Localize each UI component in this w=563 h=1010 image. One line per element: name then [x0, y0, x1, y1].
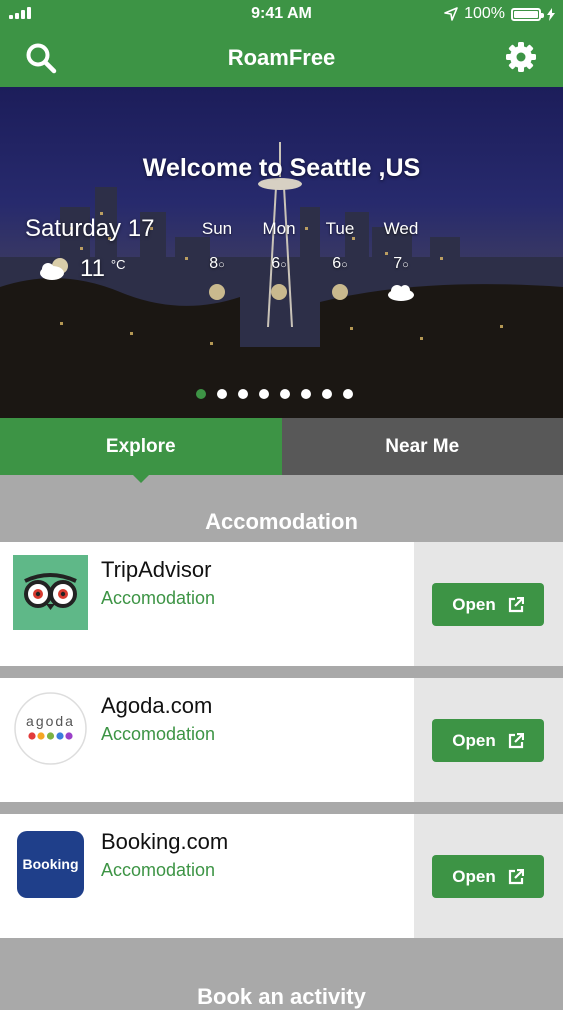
list-item[interactable]: TripAdvisor Accomodation Open [0, 542, 563, 666]
status-bar: 9:41 AM 100% [0, 0, 563, 28]
next-section-title: Book an activity [0, 984, 563, 1010]
tab-explore[interactable]: Explore [0, 418, 282, 475]
carousel-dot[interactable] [301, 389, 311, 399]
item-name: TripAdvisor [101, 557, 211, 583]
moon-icon [331, 283, 349, 301]
forecast-day: Wed 7○ [373, 219, 429, 301]
booking-logo: Booking [13, 827, 88, 902]
list-item[interactable]: Booking Booking.com Accomodation Open [0, 814, 563, 938]
city-hero-banner[interactable]: Welcome to Seattle ,US Saturday 17 11 °C… [0, 87, 563, 418]
forecast-temp: 6 [271, 255, 280, 272]
welcome-title: Welcome to Seattle ,US [0, 154, 563, 183]
open-button[interactable]: Open [432, 855, 544, 898]
tripadvisor-logo [13, 555, 88, 630]
carousel-dot[interactable] [217, 389, 227, 399]
carousel-dot[interactable] [238, 389, 248, 399]
carousel-dot[interactable] [343, 389, 353, 399]
battery-icon [511, 8, 541, 21]
today-date: Saturday 17 [25, 215, 154, 243]
forecast-day: Tue 6○ [312, 219, 368, 301]
forecast-day: Mon 6○ [251, 219, 307, 301]
booking-logo-text: Booking [23, 856, 79, 872]
cloud-icon [386, 283, 416, 301]
charging-bolt-icon [547, 8, 555, 21]
forecast-temp: 6 [332, 255, 341, 272]
item-category: Accomodation [101, 724, 215, 745]
carousel-dot[interactable] [259, 389, 269, 399]
tab-near-me[interactable]: Near Me [282, 418, 563, 475]
gear-icon [505, 41, 537, 73]
forecast-day-label: Sun [189, 219, 245, 239]
item-category: Accomodation [101, 588, 215, 609]
moon-icon [270, 283, 288, 301]
app-title: RoamFree [0, 45, 563, 71]
item-name: Booking.com [101, 829, 228, 855]
battery-percent: 100% [464, 5, 505, 23]
item-category: Accomodation [101, 860, 215, 881]
open-button[interactable]: Open [432, 583, 544, 626]
external-link-icon [508, 869, 524, 885]
agoda-logo-text: agoda [26, 713, 75, 729]
forecast-day: Sun 8○ [189, 219, 245, 301]
agoda-logo: agoda [13, 691, 88, 766]
open-button[interactable]: Open [432, 719, 544, 762]
open-button-label: Open [452, 731, 495, 751]
list-item[interactable]: agoda Agoda.com Accomodation Open [0, 678, 563, 802]
carousel-dots [196, 389, 353, 399]
open-button-label: Open [452, 867, 495, 887]
carousel-dot[interactable] [280, 389, 290, 399]
forecast-day-label: Tue [312, 219, 368, 239]
section-title: Accomodation [0, 509, 563, 535]
today-temperature: 11 [80, 255, 105, 283]
partly-cloudy-night-icon [38, 257, 72, 281]
forecast-temp: 8 [209, 255, 218, 272]
forecast-temp: 7 [393, 255, 402, 272]
temperature-unit: °C [111, 257, 126, 272]
location-arrow-icon [444, 7, 458, 21]
tab-bar: Explore Near Me [0, 418, 563, 475]
carousel-dot[interactable] [322, 389, 332, 399]
carousel-dot[interactable] [196, 389, 206, 399]
external-link-icon [508, 733, 524, 749]
settings-button[interactable] [505, 41, 537, 73]
forecast-day-label: Mon [251, 219, 307, 239]
open-button-label: Open [452, 595, 495, 615]
external-link-icon [508, 597, 524, 613]
app-bar: RoamFree [0, 28, 563, 87]
today-weather: 11 °C [38, 255, 126, 283]
forecast-day-label: Wed [373, 219, 429, 239]
moon-icon [208, 283, 226, 301]
item-name: Agoda.com [101, 693, 212, 719]
